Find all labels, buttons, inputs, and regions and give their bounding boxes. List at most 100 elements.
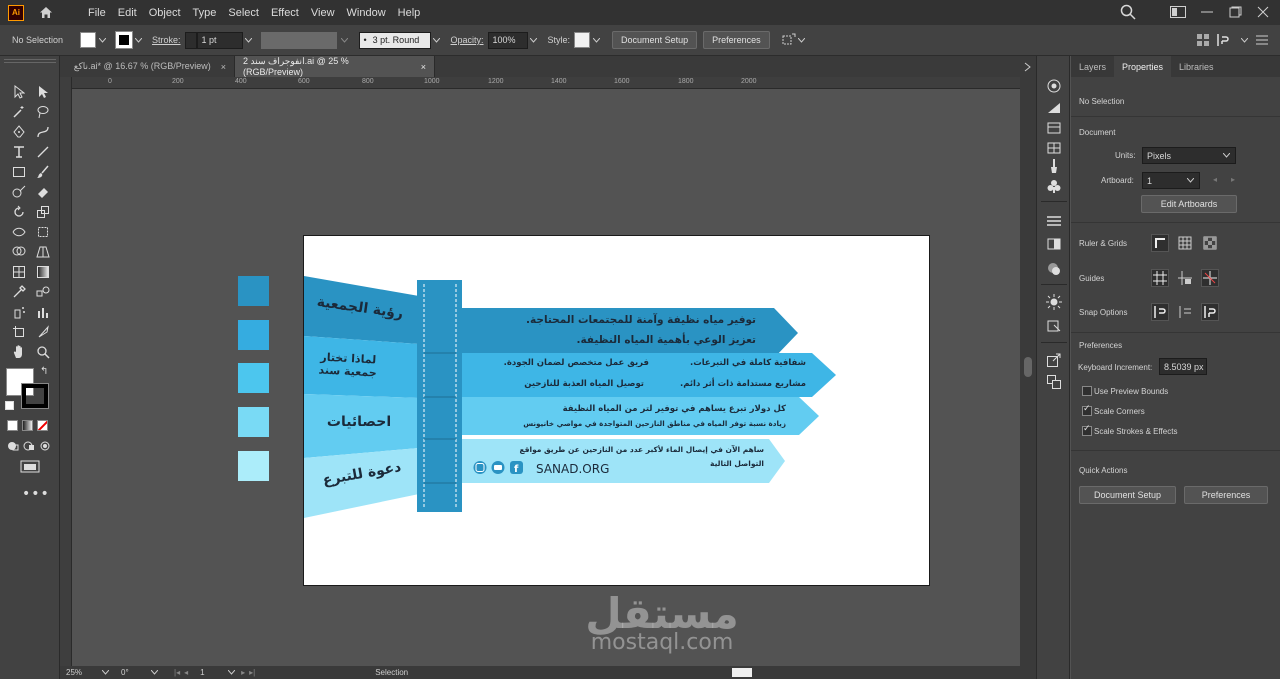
color-guide-icon[interactable] <box>1046 78 1062 94</box>
variable-width-profile[interactable] <box>260 31 337 49</box>
line-tool-icon[interactable] <box>31 142 55 162</box>
default-colors-icon[interactable] <box>5 401 14 410</box>
style-swatch[interactable] <box>574 32 591 48</box>
hand-tool-icon[interactable] <box>7 342 31 362</box>
quick-document-setup-button[interactable]: Document Setup <box>1079 486 1176 504</box>
rotate-tool-icon[interactable] <box>7 202 31 222</box>
tab-close-icon[interactable]: × <box>421 62 426 72</box>
minimize-icon[interactable] <box>1200 6 1214 18</box>
width-tool-icon[interactable] <box>7 222 31 242</box>
gradient-icon[interactable] <box>22 420 33 431</box>
horizontal-ruler[interactable]: 0 200 400 600 800 1000 1200 1400 1600 18… <box>72 77 1020 89</box>
brush-dropdown[interactable] <box>431 32 443 48</box>
eyedropper-icon[interactable] <box>7 282 31 302</box>
eraser-icon[interactable] <box>31 182 55 202</box>
canvas[interactable]: f رؤية الجمعية لماذا تختار جمعية سند احص… <box>72 89 1020 666</box>
none-icon[interactable] <box>37 420 48 431</box>
tab-document-2[interactable]: انفوجراف سند 2.ai @ 25 % (RGB/Preview) × <box>235 56 435 77</box>
document-setup-button[interactable]: Document Setup <box>612 31 698 49</box>
scale-strokes-checkbox[interactable] <box>1082 424 1092 436</box>
gradient-tool-icon[interactable] <box>31 262 55 282</box>
keyboard-increment-field[interactable]: 8.5039 px <box>1159 358 1207 375</box>
slice-tool-icon[interactable] <box>31 322 55 342</box>
stroke-weight-dropdown[interactable] <box>243 32 255 48</box>
menu-window[interactable]: Window <box>341 7 392 19</box>
smart-guides-icon[interactable] <box>1201 269 1219 287</box>
units-select[interactable]: Pixels <box>1142 147 1236 164</box>
rotation-dropdown-icon[interactable] <box>151 670 158 675</box>
opacity-dropdown[interactable] <box>528 32 540 48</box>
color-square-2[interactable] <box>238 320 269 350</box>
transparency-grid-icon[interactable] <box>1201 234 1219 252</box>
curvature-tool-icon[interactable] <box>31 122 55 142</box>
previous-artboard-icon[interactable]: ◂ <box>184 668 188 677</box>
next-artboard-arrow-icon[interactable]: ▸ <box>1231 175 1235 184</box>
menu-help[interactable]: Help <box>392 7 427 19</box>
shape-builder-icon[interactable] <box>7 242 31 262</box>
menu-file[interactable]: File <box>82 7 112 19</box>
tab-document-1[interactable]: ناكع.ai* @ 16.67 % (RGB/Preview) × <box>60 56 235 77</box>
draw-normal-icon[interactable] <box>7 440 19 452</box>
toolbar-grip[interactable] <box>4 59 56 63</box>
asset-export-icon[interactable] <box>1046 140 1062 156</box>
column-graph-icon[interactable] <box>31 302 55 322</box>
lock-guides-icon[interactable] <box>1176 269 1194 287</box>
artboard-select[interactable]: 1 <box>1142 172 1200 189</box>
panel-menu-icon[interactable] <box>1256 35 1268 45</box>
menu-type[interactable]: Type <box>187 7 223 19</box>
draw-inside-icon[interactable] <box>39 440 51 452</box>
scale-tool-icon[interactable] <box>31 202 55 222</box>
previous-artboard-arrow-icon[interactable]: ◂ <box>1213 175 1217 184</box>
scale-corners-checkbox[interactable] <box>1082 404 1092 416</box>
image-trace-icon[interactable] <box>1046 318 1062 334</box>
perspective-grid-icon[interactable] <box>31 242 55 262</box>
rectangle-tool-icon[interactable] <box>7 162 31 182</box>
screen-mode-icon[interactable] <box>20 460 40 474</box>
arrow-row-3[interactable] <box>444 397 819 435</box>
vertical-ruler[interactable] <box>60 77 72 666</box>
sun-icon[interactable] <box>1046 294 1062 310</box>
graphic-styles-icon[interactable] <box>1046 261 1062 277</box>
zoom-dropdown-icon[interactable] <box>102 670 109 675</box>
selection-tool-icon[interactable] <box>7 82 31 102</box>
show-grid-icon[interactable] <box>1176 234 1194 252</box>
snap-dropdown[interactable] <box>1238 32 1250 48</box>
snap-to-pixel-icon[interactable] <box>1216 33 1232 47</box>
zoom-level[interactable]: 25% <box>66 668 102 677</box>
quick-preferences-button[interactable]: Preferences <box>1184 486 1268 504</box>
workspace-icon[interactable] <box>1170 6 1186 18</box>
snap-to-point-icon[interactable] <box>1151 303 1169 321</box>
menu-view[interactable]: View <box>305 7 341 19</box>
libraries-icon[interactable] <box>1046 120 1062 136</box>
profile-dropdown[interactable] <box>339 32 351 48</box>
tab-close-icon[interactable]: × <box>221 62 226 72</box>
zoom-tool-icon[interactable] <box>31 342 55 362</box>
artboards-icon[interactable] <box>1046 374 1062 390</box>
artboard-tool-icon[interactable] <box>7 322 31 342</box>
close-icon[interactable] <box>1256 6 1270 18</box>
type-tool-icon[interactable] <box>7 142 31 162</box>
vertical-scrollbar[interactable] <box>1020 77 1036 666</box>
color-square-4[interactable] <box>238 407 269 437</box>
symbol-sprayer-icon[interactable] <box>7 302 31 322</box>
arrange-icon[interactable] <box>1196 33 1210 47</box>
menu-select[interactable]: Select <box>222 7 265 19</box>
stroke-swatch[interactable] <box>115 31 133 49</box>
stroke-label[interactable]: Stroke: <box>152 35 181 45</box>
artboard[interactable]: f رؤية الجمعية لماذا تختار جمعية سند احص… <box>303 235 930 586</box>
artboard-dropdown-icon[interactable] <box>228 670 236 675</box>
vertical-scroll-thumb[interactable] <box>1024 357 1032 377</box>
search-icon[interactable] <box>1120 4 1136 20</box>
menu-object[interactable]: Object <box>143 7 187 19</box>
opacity-label[interactable]: Opacity: <box>451 35 484 45</box>
color-square-1[interactable] <box>238 276 269 306</box>
tabs-overflow-icon[interactable] <box>1024 62 1032 75</box>
restore-icon[interactable] <box>1228 6 1242 18</box>
tab-layers[interactable]: Layers <box>1071 56 1114 77</box>
use-preview-bounds-checkbox[interactable] <box>1082 386 1092 396</box>
mesh-tool-icon[interactable] <box>7 262 31 282</box>
show-rulers-icon[interactable] <box>1151 234 1169 252</box>
show-guides-icon[interactable] <box>1151 269 1169 287</box>
lasso-icon[interactable] <box>31 102 55 122</box>
preferences-button[interactable]: Preferences <box>703 31 770 49</box>
